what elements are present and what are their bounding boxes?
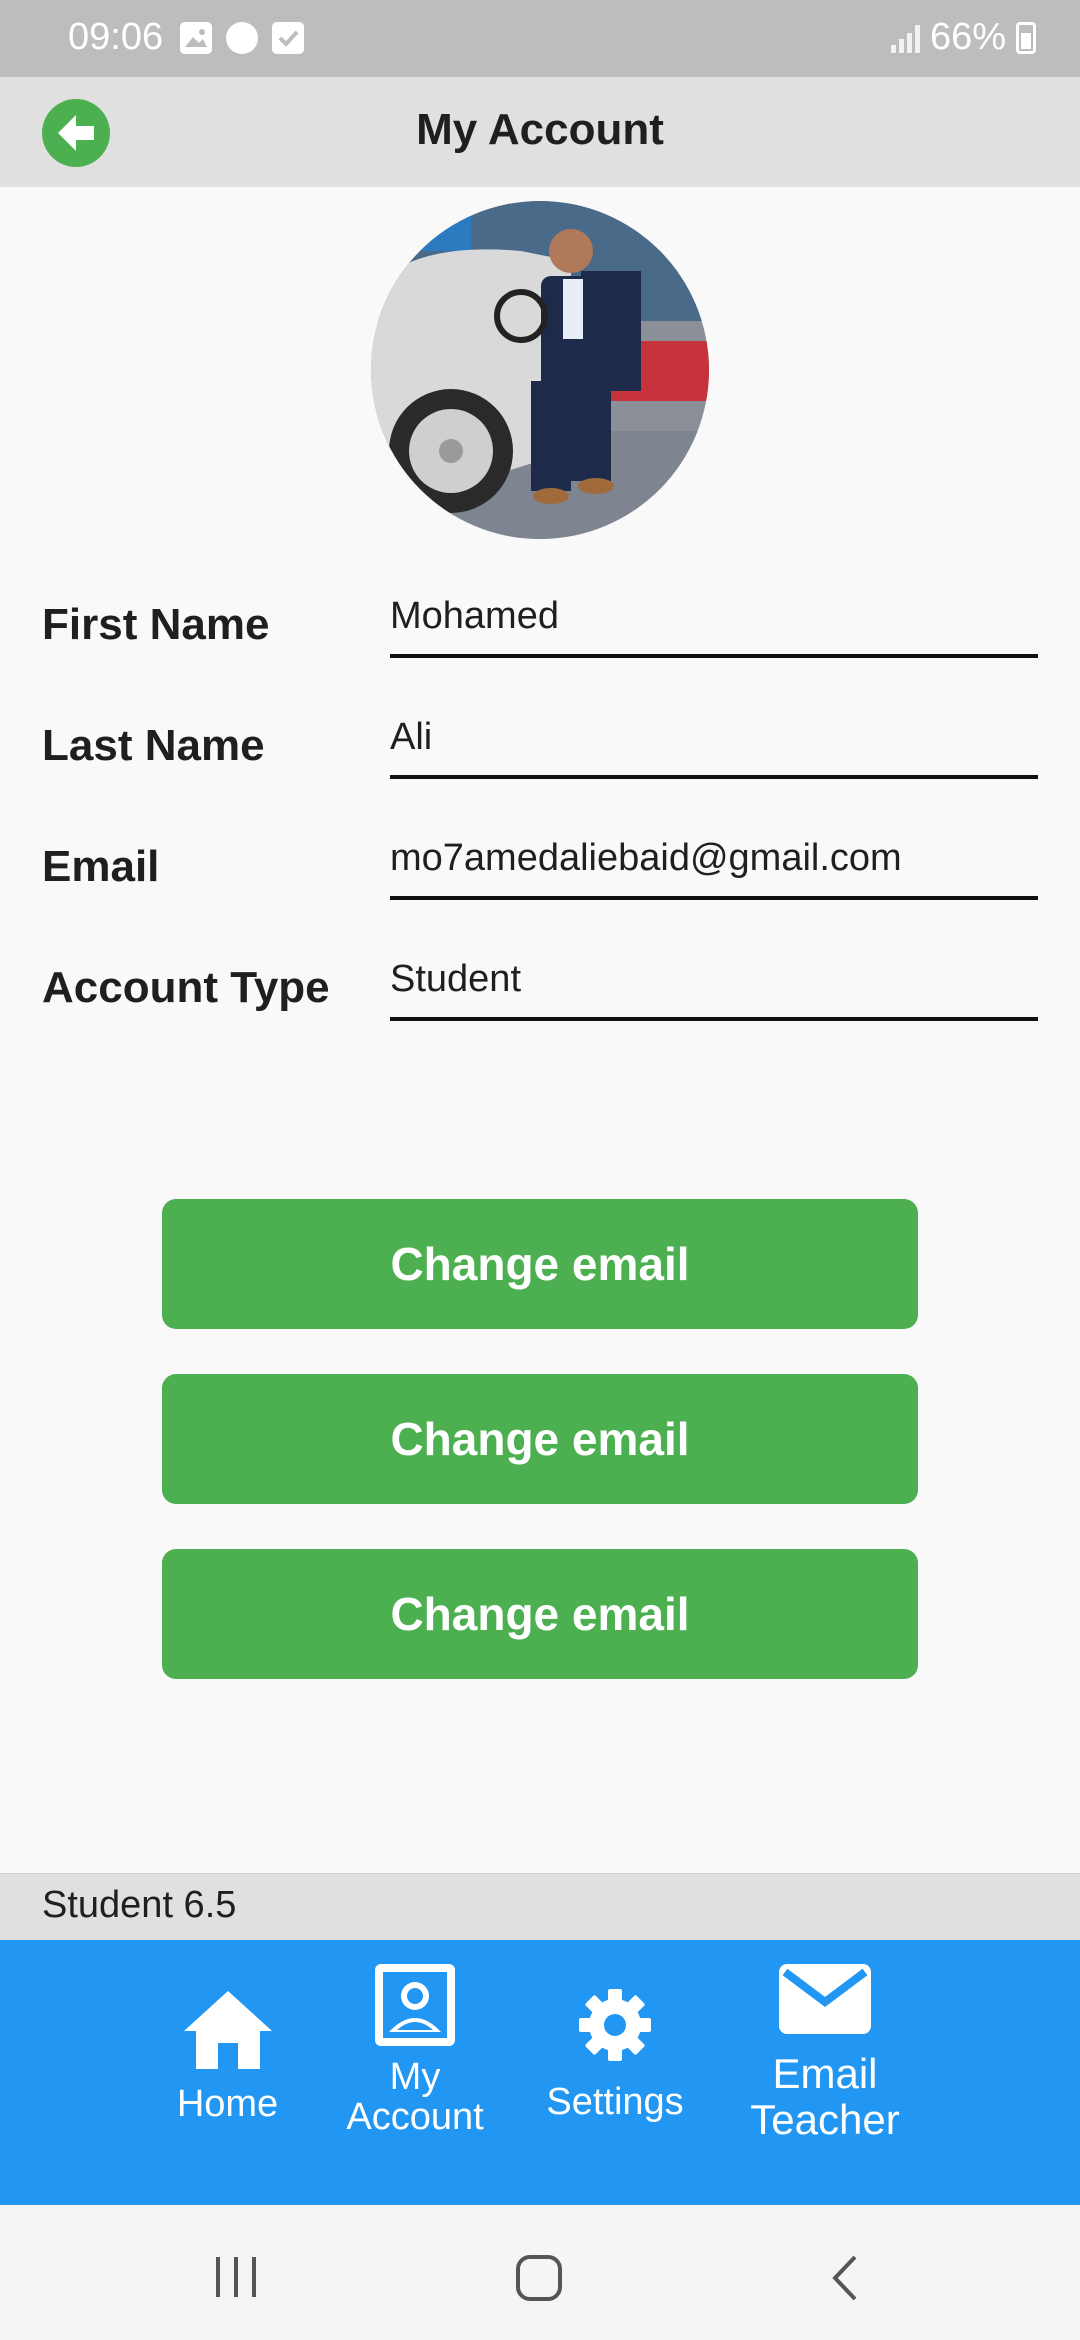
nav-settings[interactable]: Settings <box>540 1985 690 2122</box>
nav-label: Settings <box>546 2081 684 2123</box>
mail-icon <box>779 1964 871 2034</box>
nav-email-teacher[interactable]: Email Teacher <box>735 1958 915 2143</box>
bottom-nav: Home My Account Settings Email Teacher <box>0 1940 1080 2205</box>
gear-icon <box>579 1989 651 2061</box>
status-time: 09:06 <box>68 16 164 58</box>
version-bar: Student 6.5 <box>0 1873 1080 1940</box>
last-name-input[interactable]: Ali <box>390 716 432 759</box>
field-label: Last Name <box>42 721 265 770</box>
home-circle-icon[interactable] <box>514 2253 564 2303</box>
input-underline <box>390 1017 1038 1021</box>
system-nav-bar <box>0 2205 1080 2340</box>
nav-label: My Account <box>346 2056 484 2138</box>
change-email-button[interactable]: Change email <box>162 1549 918 1679</box>
first-name-input[interactable]: Mohamed <box>390 595 559 638</box>
chat-icon <box>226 22 258 54</box>
input-underline <box>390 654 1038 658</box>
recents-icon[interactable] <box>212 2255 262 2299</box>
field-last-name: Last Name Ali <box>0 691 1080 801</box>
battery-percent: 66% <box>929 16 1006 58</box>
status-notification-icons <box>180 22 304 54</box>
field-account-type: Account Type Student <box>0 933 1080 1043</box>
back-icon[interactable] <box>825 2253 865 2303</box>
field-email: Email mo7amedaliebaid@gmail.com <box>0 812 1080 922</box>
avatar <box>371 201 709 539</box>
status-bar: 09:06 66% <box>0 0 1080 77</box>
field-first-name: First Name Mohamed <box>0 570 1080 680</box>
field-label: Email <box>42 842 160 891</box>
nav-my-account[interactable]: My Account <box>330 1960 500 2137</box>
nav-label: Home <box>176 2083 279 2125</box>
account-icon <box>375 1964 455 2046</box>
signal-icon <box>890 23 920 53</box>
page-title: My Account <box>416 105 664 154</box>
battery-icon <box>1016 21 1036 54</box>
input-underline <box>390 896 1038 900</box>
home-icon <box>183 1991 272 2069</box>
field-label: Account Type <box>42 963 330 1012</box>
nav-home[interactable]: Home <box>160 1985 295 2124</box>
check-icon <box>272 22 304 54</box>
field-label: First Name <box>42 600 270 649</box>
input-underline <box>390 775 1038 779</box>
change-email-button[interactable]: Change email <box>162 1199 918 1329</box>
gallery-icon <box>180 22 212 54</box>
app-bar: My Account <box>0 77 1080 187</box>
status-right: 66% <box>890 16 1036 59</box>
nav-label: Email Teacher <box>750 2050 900 2143</box>
version-text: Student 6.5 <box>42 1884 237 1926</box>
email-input[interactable]: mo7amedaliebaid@gmail.com <box>390 837 902 880</box>
account-type-input[interactable]: Student <box>390 958 521 1001</box>
change-email-button[interactable]: Change email <box>162 1374 918 1504</box>
